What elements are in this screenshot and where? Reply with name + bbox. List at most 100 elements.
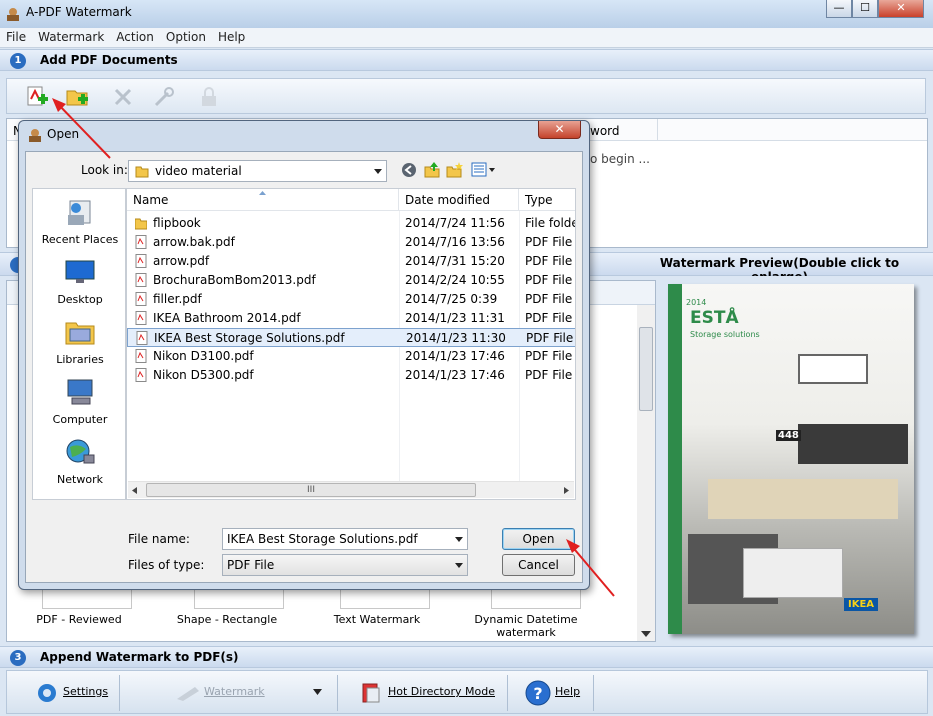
new-folder-icon[interactable] [446,161,463,178]
hot-directory-button[interactable]: Hot Directory Mode [388,685,495,698]
view-menu-icon[interactable] [471,162,497,178]
file-name: BrochuraBomBom2013.pdf [153,273,316,287]
cover-table [743,548,843,598]
chevron-down-icon[interactable] [455,563,463,568]
up-folder-icon[interactable] [424,161,440,178]
file-name: IKEA Bathroom 2014.pdf [153,311,301,325]
place-desktop[interactable]: Desktop [33,257,127,306]
scroll-left-icon[interactable] [132,487,137,494]
file-name: flipbook [153,216,201,230]
pdf-file-icon [135,254,147,268]
file-row[interactable]: flipbook 2014/7/24 11:56 File folder [127,214,575,233]
menu-bar: File Watermark Action Option Help [0,28,933,48]
template-label-text: Text Watermark [333,613,421,626]
file-name: filler.pdf [153,292,202,306]
file-date: 2014/2/24 10:55 [405,273,505,287]
pdf-file-icon [135,292,147,306]
app-logo-icon [7,8,19,21]
file-row[interactable]: IKEA Best Storage Solutions.pdf 2014/1/23… [127,328,575,347]
folder-icon [135,218,147,230]
chevron-down-icon [374,169,382,174]
help-button[interactable]: Help [555,685,580,698]
menu-help[interactable]: Help [212,28,251,44]
minimize-button[interactable]: — [826,0,852,18]
scroll-down-icon[interactable] [641,631,651,637]
col-header-date[interactable]: Date modified [399,189,519,211]
maximize-button[interactable]: ☐ [852,0,878,18]
bar-separator [507,675,508,711]
file-row[interactable]: IKEA Bathroom 2014.pdf 2014/1/23 11:31 PDF… [127,309,575,328]
file-list[interactable]: Name Date modified Type flipbook 2014/7/2… [126,188,576,500]
file-date: 2014/7/16 13:56 [405,235,505,249]
menu-action[interactable]: Action [110,28,160,44]
file-row[interactable]: Nikon D5300.pdf 2014/1/23 17:46 PDF File [127,366,575,385]
help-icon[interactable]: ? [525,680,551,706]
watermark-button[interactable]: Watermark [204,685,265,698]
file-date: 2014/1/23 17:46 [405,349,505,363]
back-icon[interactable] [401,162,417,178]
col-header-type[interactable]: Type [519,189,575,211]
menu-file[interactable]: File [0,28,32,44]
pdf-file-icon [135,349,147,363]
cover-tv [798,424,908,464]
file-type: PDF File [525,273,573,287]
cover-shelf [798,354,868,384]
dialog-app-icon [29,129,41,142]
place-computer[interactable]: Computer [33,377,127,426]
file-date: 2014/1/23 17:46 [405,368,505,382]
file-row[interactable]: filler.pdf 2014/7/25 0:39 PDF File [127,290,575,309]
places-bar: Recent Places Desktop Libraries Computer… [32,188,126,500]
remove-icon[interactable] [111,85,135,109]
scroll-thumb[interactable]: III [146,483,476,497]
pdf-file-icon [135,235,147,249]
place-label: Libraries [56,353,104,366]
open-button[interactable]: Open [502,528,575,550]
gear-icon[interactable] [35,681,59,705]
file-date: 2014/7/24 11:56 [405,216,505,230]
scroll-thumb[interactable] [639,327,653,411]
look-in-select[interactable]: video material [128,160,387,182]
file-name: IKEA Best Storage Solutions.pdf [154,331,345,345]
bar-separator [593,675,594,711]
cancel-button[interactable]: Cancel [502,554,575,576]
file-name: arrow.pdf [153,254,210,268]
file-name-input[interactable]: IKEA Best Storage Solutions.pdf [222,528,468,550]
pdf-file-icon [136,331,148,345]
place-recent-places[interactable]: Recent Places [33,197,127,246]
add-pdf-icon[interactable] [25,85,49,109]
menu-option[interactable]: Option [160,28,212,44]
cover-year: 2014 [686,298,707,307]
lock-icon[interactable] [197,85,221,109]
close-button[interactable]: ✕ [878,0,924,18]
preview-panel[interactable]: 2014 ESTÅ Storage solutions 448 IKEA [660,276,928,642]
watermark-icon[interactable] [175,681,201,705]
pdf-file-icon [135,311,147,325]
cover-subtitle: Storage solutions [690,330,760,339]
file-type-select[interactable]: PDF File [222,554,468,576]
file-date: 2014/7/25 0:39 [405,292,498,306]
step-1-number: 1 [10,53,26,69]
horizontal-scrollbar[interactable]: III [128,481,574,498]
place-network[interactable]: Network [33,437,127,486]
pdf-file-icon [135,273,147,287]
folder-icon [135,166,149,178]
libraries-icon [65,322,95,345]
watermark-dropdown-icon[interactable] [313,689,322,695]
file-type-label: Files of type: [128,558,205,572]
tools-icon[interactable] [152,85,176,109]
chevron-down-icon[interactable] [455,537,463,542]
step-1-header: 1 Add PDF Documents [0,49,933,71]
scroll-right-icon[interactable] [564,487,569,494]
hot-directory-icon[interactable] [359,680,383,706]
add-folder-icon[interactable] [65,85,89,109]
file-row[interactable]: Nikon D3100.pdf 2014/1/23 17:46 PDF File [127,347,575,366]
dialog-close-button[interactable]: ✕ [538,121,581,139]
place-libraries[interactable]: Libraries [33,317,127,366]
file-row[interactable]: BrochuraBomBom2013.pdf 2014/2/24 10:55 PDF… [127,271,575,290]
preview-page[interactable]: 2014 ESTÅ Storage solutions 448 IKEA [668,284,914,634]
file-row[interactable]: arrow.pdf 2014/7/31 15:20 PDF File [127,252,575,271]
file-row[interactable]: arrow.bak.pdf 2014/7/16 13:56 PDF File [127,233,575,252]
template-scrollbar[interactable] [637,305,655,641]
settings-button[interactable]: Settings [63,685,108,698]
menu-watermark[interactable]: Watermark [32,28,110,44]
